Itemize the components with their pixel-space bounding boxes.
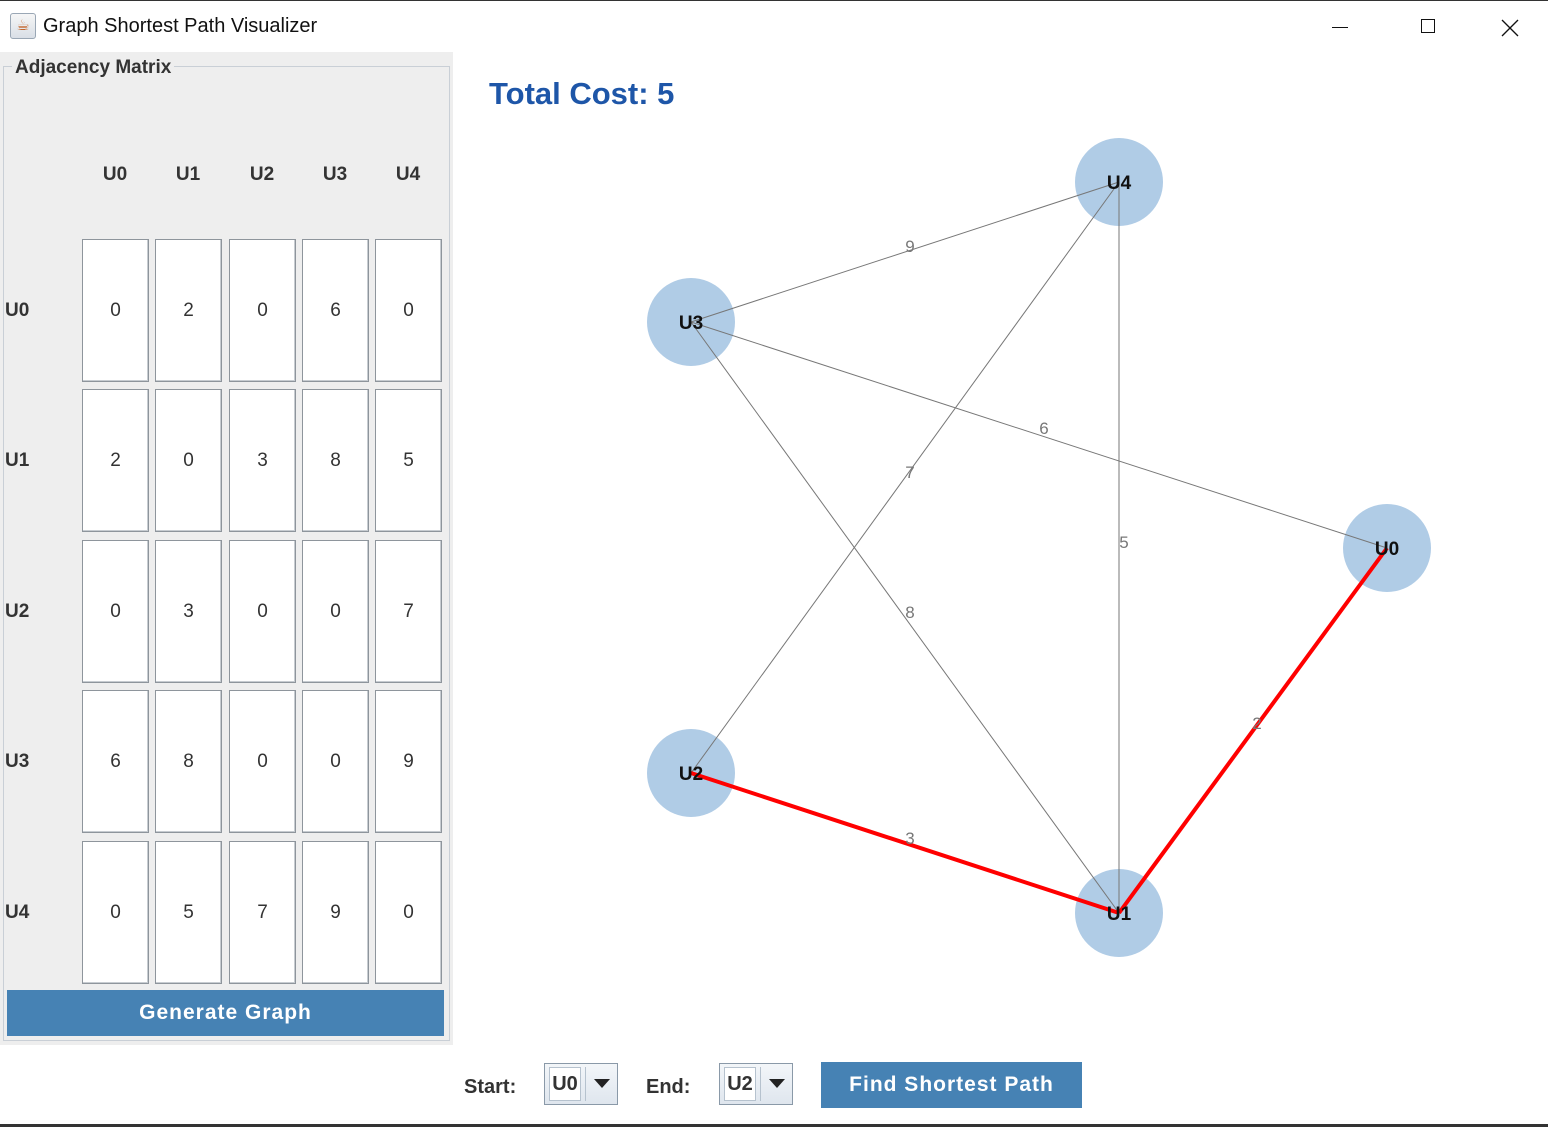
edge-weight-label: 8 — [905, 603, 914, 622]
node-label: U1 — [1107, 904, 1132, 925]
node-label: U2 — [679, 764, 703, 785]
find-shortest-path-button[interactable]: Find Shortest Path — [821, 1062, 1082, 1108]
end-label: End: — [646, 1076, 691, 1098]
chevron-down-icon[interactable] — [585, 1067, 615, 1101]
start-node-value: U0 — [549, 1067, 581, 1101]
start-node-select[interactable]: U0 — [544, 1063, 618, 1105]
graph-canvas: 9 6 7 5 8 2 3 U4 U3 U0 U2 U1 — [647, 138, 1431, 957]
edge-weight-label: 5 — [1119, 533, 1128, 552]
node-label: U4 — [1107, 173, 1132, 194]
edge-weight-label: 3 — [905, 829, 914, 848]
edge-weight-label: 9 — [905, 237, 914, 256]
edge-weight-label: 7 — [905, 463, 914, 482]
node-label: U3 — [679, 313, 703, 334]
edge-weight-label: 6 — [1039, 419, 1048, 438]
start-label: Start: — [464, 1076, 517, 1098]
edge-weight-label: 2 — [1252, 714, 1261, 733]
end-node-value: U2 — [724, 1067, 756, 1101]
end-node-select[interactable]: U2 — [719, 1063, 793, 1105]
chevron-down-icon[interactable] — [760, 1067, 790, 1101]
node-label: U0 — [1375, 539, 1399, 560]
